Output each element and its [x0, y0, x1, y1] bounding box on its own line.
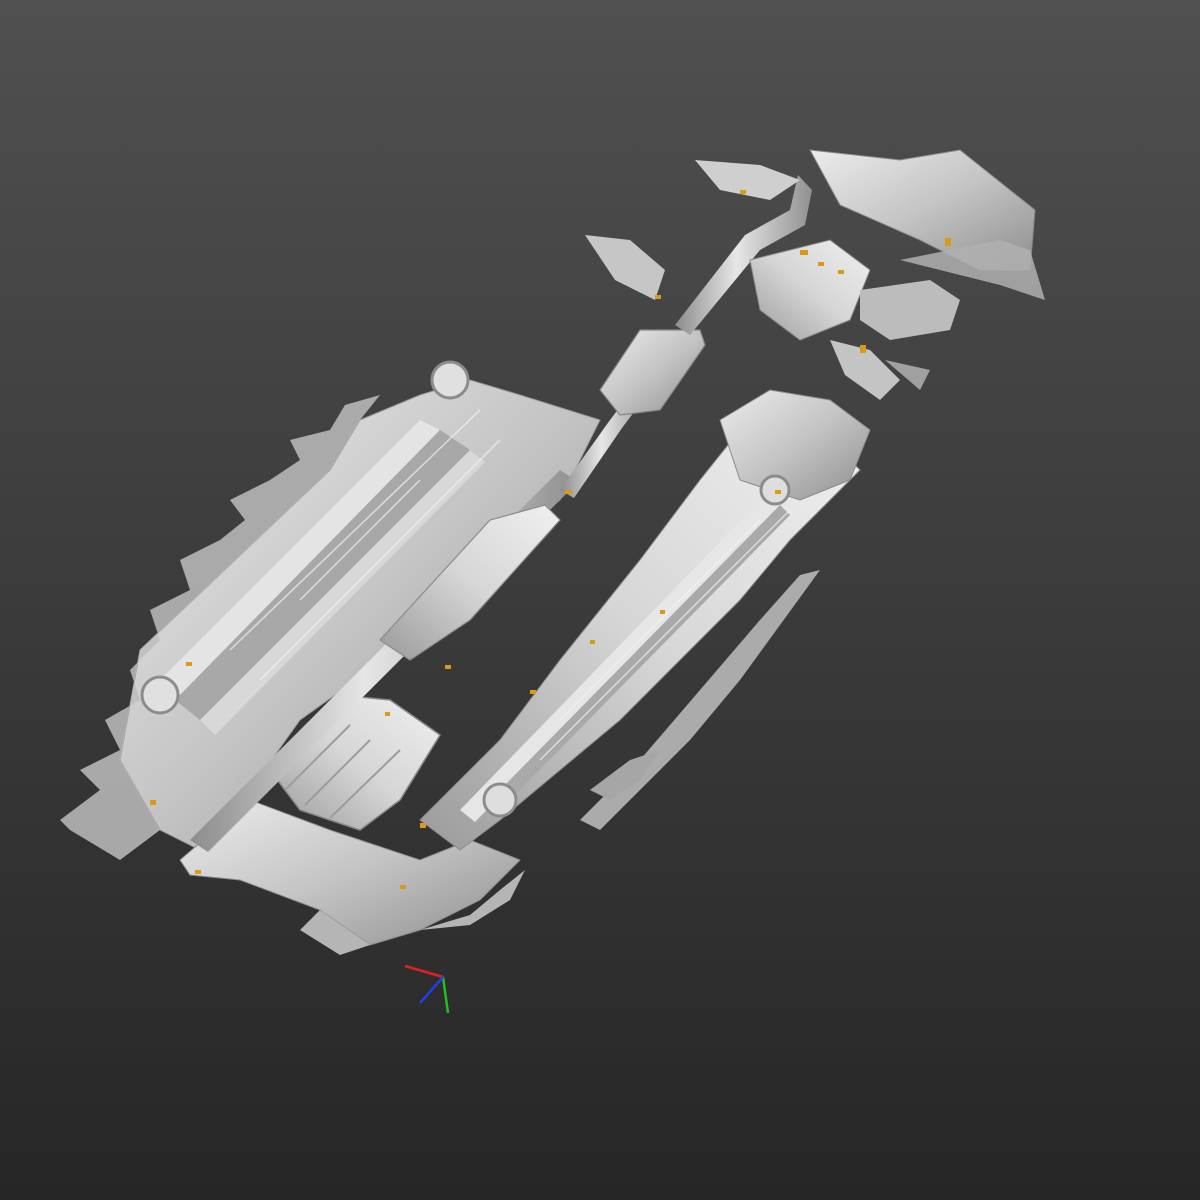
left-front-mount: [430, 360, 470, 400]
right-rear-mount: [482, 782, 518, 818]
viewport-canvas[interactable]: [0, 0, 1200, 1200]
3d-viewport[interactable]: [0, 0, 1200, 1200]
left-rear-mount: [140, 675, 180, 715]
